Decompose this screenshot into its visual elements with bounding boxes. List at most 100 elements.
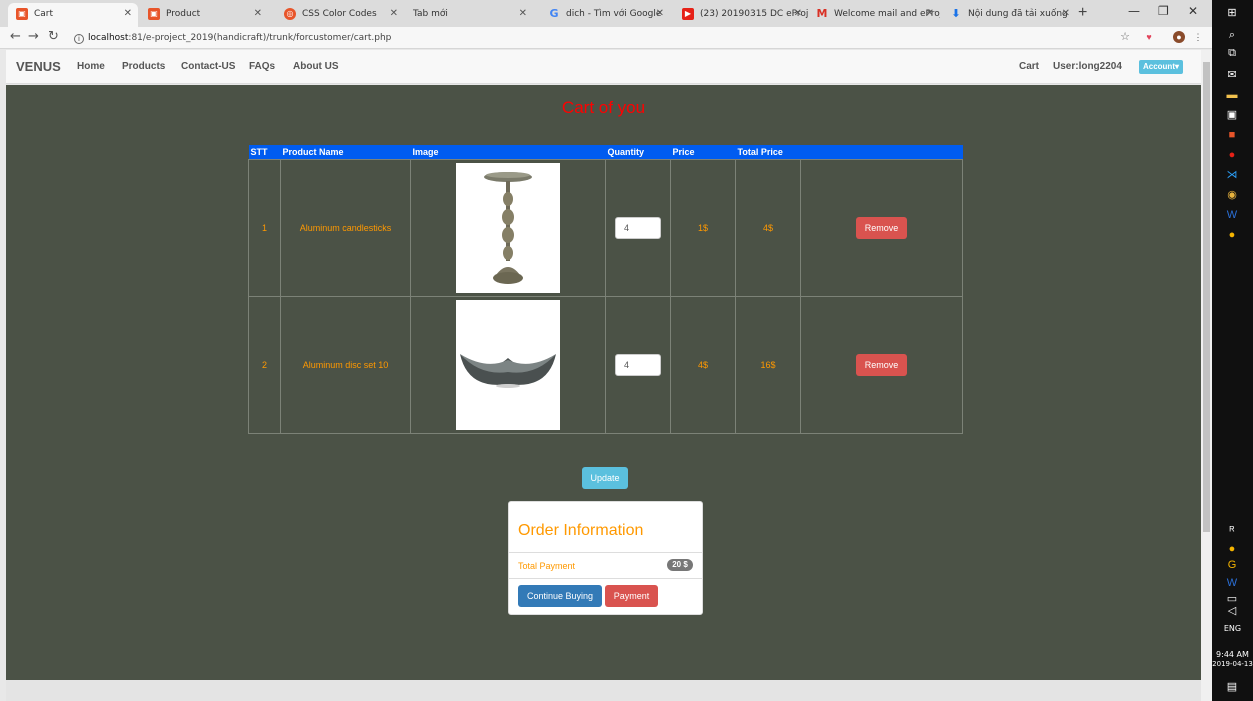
close-tab-icon[interactable]: ✕ xyxy=(519,3,527,25)
nav-about-us[interactable]: About US xyxy=(293,61,339,72)
tab-title: Tab mới xyxy=(413,9,448,19)
language-indicator[interactable]: ENG xyxy=(1212,624,1253,633)
tab-title: Product xyxy=(166,9,201,19)
reload-icon[interactable]: ↻ xyxy=(48,29,59,44)
google-icon: G xyxy=(549,7,559,20)
url-path: :81/e-project_2019(handicraft)/trunk/for… xyxy=(128,33,392,43)
volume-icon[interactable]: ◁ xyxy=(1225,604,1239,618)
task-view-icon[interactable]: ⧉ xyxy=(1225,46,1239,60)
address-bar-row: ← → ↻ i localhost:81/e-project_2019(handi… xyxy=(0,27,1212,49)
table-row: 1 Aluminum candlesticks 4 1$ 4$ Remove xyxy=(248,158,963,297)
update-button[interactable]: Update xyxy=(582,467,628,489)
row-product-name: Aluminum disc set 10 xyxy=(280,295,411,434)
col-actions xyxy=(800,145,963,159)
brand-logo[interactable]: VENUS xyxy=(16,59,61,74)
new-tab-button[interactable]: + xyxy=(1078,3,1087,23)
tab-title: Nội dung đã tải xuống xyxy=(968,9,1068,19)
scrollbar-thumb[interactable] xyxy=(1203,62,1210,532)
profile-avatar-icon[interactable]: ● xyxy=(1173,31,1185,43)
app-icon[interactable]: ● xyxy=(1225,228,1239,242)
nav-faqs[interactable]: FAQs xyxy=(249,61,275,72)
tray-icon[interactable]: G xyxy=(1225,558,1239,572)
tab-new-tab[interactable]: Tab mới ✕ xyxy=(403,3,533,27)
divider xyxy=(509,552,702,553)
file-explorer-icon[interactable]: ▬ xyxy=(1225,88,1239,102)
tab-downloads[interactable]: ⬇ Nội dung đã tải xuống ✕ xyxy=(942,3,1076,27)
word-icon[interactable]: W xyxy=(1225,208,1239,222)
close-tab-icon[interactable]: ✕ xyxy=(794,3,802,25)
nav-home[interactable]: Home xyxy=(77,61,105,72)
close-tab-icon[interactable]: ✕ xyxy=(926,3,934,25)
url-field[interactable]: i localhost:81/e-project_2019(handicraft)… xyxy=(74,30,1104,46)
tab-css-color-codes[interactable]: ◎ CSS Color Codes ✕ xyxy=(276,3,404,27)
remove-button[interactable]: Remove xyxy=(855,353,908,376)
bookmark-star-icon[interactable]: ☆ xyxy=(1119,31,1131,43)
tab-youtube[interactable]: ▶ (23) 20190315 DC eProjec ✕ xyxy=(674,3,808,27)
close-tab-icon[interactable]: ✕ xyxy=(124,3,132,25)
close-tab-icon[interactable]: ✕ xyxy=(254,3,262,25)
tab-product[interactable]: ▣ Product ✕ xyxy=(140,3,268,27)
forward-arrow-icon[interactable]: → xyxy=(28,29,39,44)
tab-google-search[interactable]: G dich - Tìm với Google ✕ xyxy=(540,3,670,27)
clock-date[interactable]: 2019-04-13 xyxy=(1212,660,1253,668)
tab-title: Cart xyxy=(34,9,54,19)
back-arrow-icon[interactable]: ← xyxy=(10,29,21,44)
tray-icon[interactable]: ● xyxy=(1225,542,1239,556)
css-site-favicon-icon: ◎ xyxy=(284,8,296,20)
tab-title: Welcome mail and eProje xyxy=(834,9,940,19)
row-stt: 1 xyxy=(248,158,281,297)
close-window-icon[interactable]: ✕ xyxy=(1188,4,1198,18)
app-icon[interactable]: ● xyxy=(1225,148,1239,162)
tab-title: CSS Color Codes xyxy=(302,9,377,19)
search-icon[interactable]: ⌕ xyxy=(1225,28,1239,42)
total-payment-badge: 20 $ xyxy=(667,559,693,571)
extension-icon[interactable]: ♥ xyxy=(1143,31,1155,43)
store-icon[interactable]: ▣ xyxy=(1225,108,1239,122)
quantity-input[interactable] xyxy=(615,353,661,376)
close-tab-icon[interactable]: ✕ xyxy=(656,3,664,25)
app-icon[interactable]: ■ xyxy=(1225,128,1239,142)
tab-cart[interactable]: ▣ Cart ✕ xyxy=(8,3,138,27)
site-favicon-icon: ▣ xyxy=(148,8,160,20)
total-payment-label: Total Payment xyxy=(518,561,576,571)
row-actions: Remove xyxy=(800,158,963,297)
close-tab-icon[interactable]: ✕ xyxy=(390,3,398,25)
youtube-icon: ▶ xyxy=(682,8,694,20)
disc-image xyxy=(456,299,560,430)
row-image-cell xyxy=(410,158,606,297)
candlestick-image xyxy=(456,162,560,293)
nav-cart[interactable]: Cart xyxy=(1019,61,1039,72)
row-quantity-cell xyxy=(605,295,671,434)
people-icon[interactable]: ᴿ xyxy=(1225,524,1239,538)
continue-buying-button[interactable]: Continue Buying xyxy=(518,585,602,607)
clock-time[interactable]: 9:44 AM xyxy=(1212,650,1253,659)
account-dropdown-button[interactable]: Account▾ xyxy=(1139,60,1183,74)
tray-icon[interactable]: W xyxy=(1225,576,1239,590)
notifications-icon[interactable]: ▤ xyxy=(1225,680,1239,694)
restore-icon[interactable]: ❐ xyxy=(1158,4,1169,18)
windows-start-icon[interactable]: ⊞ xyxy=(1225,6,1239,20)
vscode-icon[interactable]: ⋊ xyxy=(1225,168,1239,182)
remove-button[interactable]: Remove xyxy=(855,216,908,239)
col-product-name: Product Name xyxy=(280,145,411,159)
menu-dots-icon[interactable]: ⋮ xyxy=(1192,31,1204,43)
tab-title: dich - Tìm với Google xyxy=(566,9,662,19)
col-stt: STT xyxy=(248,145,281,159)
minimize-icon[interactable]: — xyxy=(1128,4,1140,18)
row-stt: 2 xyxy=(248,295,281,434)
close-tab-icon[interactable]: ✕ xyxy=(1062,3,1070,25)
row-image-cell xyxy=(410,295,606,434)
quantity-input[interactable] xyxy=(615,216,661,239)
site-info-icon[interactable]: i xyxy=(74,34,84,44)
nav-products[interactable]: Products xyxy=(122,61,165,72)
row-total-price: 16$ xyxy=(735,295,801,434)
nav-user[interactable]: User:long2204 xyxy=(1053,61,1122,72)
tab-gmail[interactable]: M Welcome mail and eProje ✕ xyxy=(808,3,940,27)
row-quantity-cell xyxy=(605,158,671,297)
col-quantity: Quantity xyxy=(605,145,671,159)
nav-contact-us[interactable]: Contact-US xyxy=(181,61,235,72)
payment-button[interactable]: Payment xyxy=(605,585,658,607)
mail-icon[interactable]: ✉ xyxy=(1225,68,1239,82)
url-host: localhost xyxy=(88,33,129,43)
chrome-icon[interactable]: ◉ xyxy=(1225,188,1239,202)
